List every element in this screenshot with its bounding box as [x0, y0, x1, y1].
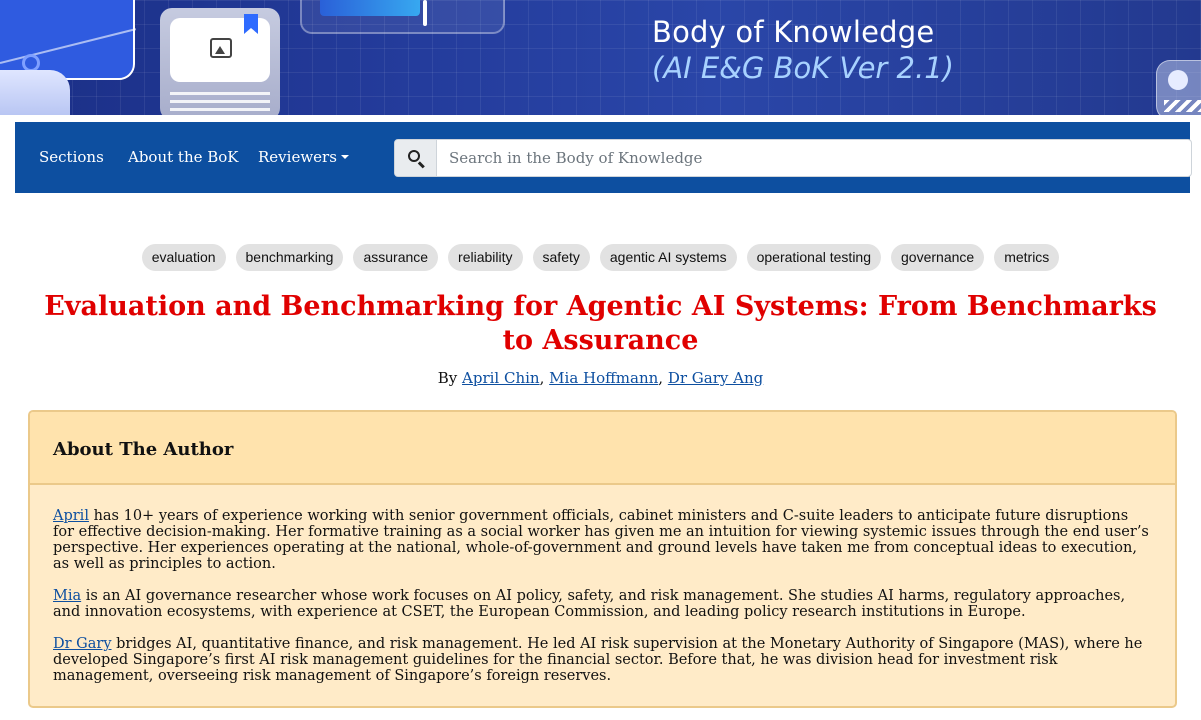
paperclip-icon [1168, 70, 1188, 90]
bio-mia: Mia is an AI governance researcher whose… [53, 588, 1153, 620]
banner-subtitle: (AI E&G BoK Ver 2.1) [652, 51, 954, 85]
about-author-body: April has 10+ years of experience workin… [53, 508, 1153, 700]
tag-agentic-ai-systems[interactable]: agentic AI systems [599, 244, 737, 271]
search-icon-handle [418, 161, 425, 169]
about-author-heading: About The Author [53, 439, 234, 460]
banner-title: Body of Knowledge [652, 15, 935, 49]
banner-strip-decoration [0, 70, 70, 115]
bio-link-april[interactable]: April [53, 508, 89, 524]
author-link-april-chin[interactable]: April Chin [462, 369, 540, 387]
banner-progress-decoration [320, 0, 420, 16]
nav-reviewers-label: Reviewers [258, 148, 337, 166]
bio-link-mia[interactable]: Mia [53, 588, 81, 604]
bio-gary: Dr Gary bridges AI, quantitative finance… [53, 636, 1153, 684]
tag-assurance[interactable]: assurance [353, 244, 439, 271]
navbar: Sections About the BoK Reviewers [15, 122, 1192, 193]
banner-stripes-decoration [1164, 100, 1201, 112]
caret-down-icon [340, 155, 349, 159]
tag-operational-testing[interactable]: operational testing [746, 244, 882, 271]
about-author-card: About The Author April has 10+ years of … [28, 410, 1177, 708]
tag-metrics[interactable]: metrics [994, 244, 1060, 271]
tag-safety[interactable]: safety [532, 244, 590, 271]
author-link-gary-ang[interactable]: Dr Gary Ang [668, 369, 763, 387]
tag-reliability[interactable]: reliability [448, 244, 523, 271]
nav-reviewers-dropdown[interactable]: Reviewers [258, 148, 349, 166]
tag-evaluation[interactable]: evaluation [141, 244, 226, 271]
bio-april: April has 10+ years of experience workin… [53, 508, 1153, 572]
about-author-header: About The Author [30, 412, 1175, 485]
bio-text-april: has 10+ years of experience working with… [53, 508, 1149, 572]
nav-sections-link[interactable]: Sections [39, 148, 104, 166]
page-title: Evaluation and Benchmarking for Agentic … [44, 291, 1157, 356]
tag-list: evaluation benchmarking assurance reliab… [0, 244, 1201, 271]
search-input[interactable] [438, 140, 1190, 176]
banner-chart-decoration [0, 0, 135, 80]
banner-text-lines [170, 92, 270, 114]
author-link-mia-hoffmann[interactable]: Mia Hoffmann [549, 369, 658, 387]
image-icon [210, 38, 232, 58]
bio-link-gary[interactable]: Dr Gary [53, 636, 112, 652]
byline-label: By [437, 369, 458, 387]
byline: By April Chin, Mia Hoffmann, Dr Gary Ang [437, 369, 764, 387]
banner-tick-decoration [423, 0, 427, 26]
bio-text-mia: is an AI governance researcher whose wor… [53, 588, 1126, 620]
search-icon [408, 150, 420, 162]
header-banner: Body of Knowledge (AI E&G BoK Ver 2.1) [0, 0, 1201, 115]
search-bar [394, 139, 1192, 177]
tag-benchmarking[interactable]: benchmarking [235, 244, 344, 271]
nav-about-bok-link[interactable]: About the BoK [128, 148, 239, 166]
tag-governance[interactable]: governance [891, 244, 985, 271]
bio-text-gary: bridges AI, quantitative finance, and ri… [53, 636, 1143, 684]
search-button[interactable] [395, 140, 437, 176]
